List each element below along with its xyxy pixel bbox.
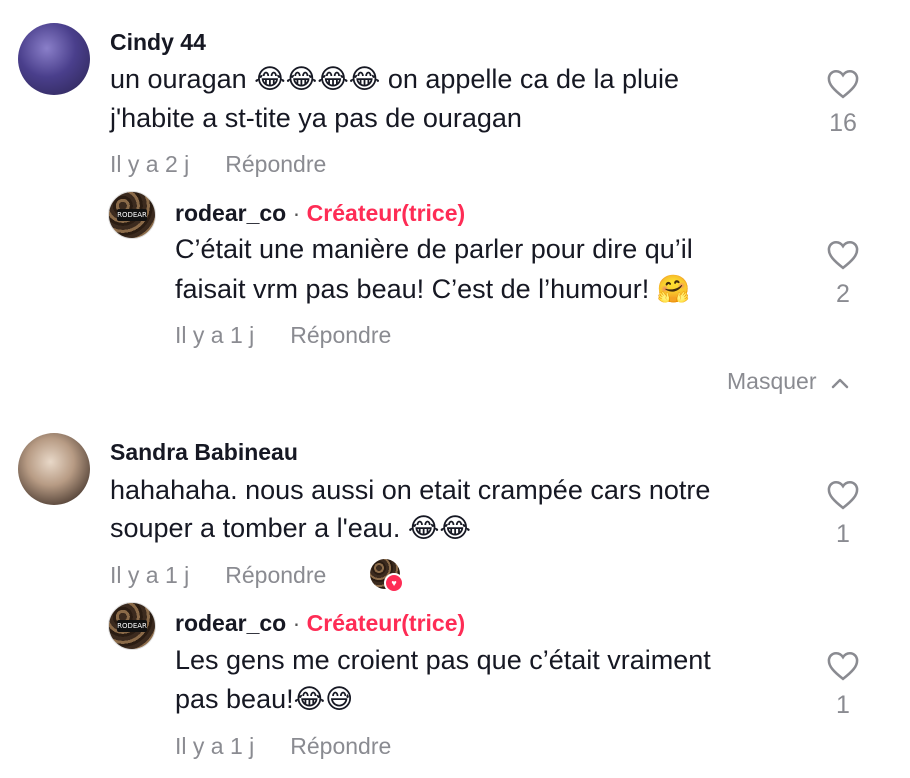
- reply-button[interactable]: Répondre: [225, 151, 326, 177]
- reply-meta: Il y a 1 j Répondre: [175, 733, 391, 760]
- reply-text-line: C’était une manière de parler pour dire …: [175, 234, 693, 264]
- brand-logo: RODEAR: [117, 620, 147, 632]
- avatar[interactable]: [18, 433, 90, 505]
- reply-username-row: rodear_co · Créateur(trice): [175, 610, 465, 637]
- like-button[interactable]: 16: [818, 68, 868, 138]
- like-count: 2: [836, 280, 850, 308]
- creator-liked-indicator: ♥: [370, 559, 404, 593]
- comment-username[interactable]: Cindy 44: [110, 29, 206, 56]
- heart-badge-icon: ♥: [384, 573, 404, 593]
- reply-button[interactable]: Répondre: [225, 562, 326, 588]
- like-button[interactable]: 1: [818, 650, 868, 720]
- chevron-up-icon: [831, 378, 849, 389]
- reply-meta: Il y a 1 j Répondre: [175, 322, 391, 349]
- separator-dot: ·: [292, 200, 301, 226]
- comment-timestamp: Il y a 1 j: [110, 562, 190, 588]
- separator-dot: ·: [292, 610, 301, 636]
- reply-username-row: rodear_co · Créateur(trice): [175, 200, 465, 227]
- reply-button[interactable]: Répondre: [290, 733, 391, 759]
- like-count: 1: [836, 520, 850, 548]
- reply-username[interactable]: rodear_co: [175, 200, 286, 226]
- hide-replies-label: Masquer: [727, 368, 817, 394]
- like-button[interactable]: 2: [818, 239, 868, 309]
- heart-icon: [827, 240, 859, 270]
- heart-icon: [827, 69, 859, 99]
- reply-text-line: pas beau!😂😅: [175, 684, 354, 714]
- brand-logo: RODEAR: [117, 209, 147, 221]
- reply-username[interactable]: rodear_co: [175, 610, 286, 636]
- comment-meta: Il y a 2 j Répondre: [110, 151, 326, 178]
- like-count: 16: [829, 109, 857, 137]
- heart-icon: [827, 480, 859, 510]
- avatar[interactable]: RODEAR: [108, 191, 156, 239]
- hide-replies-button[interactable]: Masquer: [727, 368, 849, 395]
- heart-icon: [827, 651, 859, 681]
- reply-timestamp: Il y a 1 j: [175, 322, 255, 348]
- like-count: 1: [836, 691, 850, 719]
- creator-badge: Créateur(trice): [306, 200, 466, 226]
- avatar[interactable]: RODEAR: [108, 602, 156, 650]
- reply-button[interactable]: Répondre: [290, 322, 391, 348]
- comment-text-line: souper a tomber a l'eau. 😂😂: [110, 513, 471, 543]
- reply-text-line: Les gens me croient pas que c’était vrai…: [175, 645, 711, 675]
- comment-text-line: un ouragan 😂😂😂😂 on appelle ca de la plui…: [110, 64, 680, 94]
- comment-text-line: hahahaha. nous aussi on etait crampée ca…: [110, 475, 711, 505]
- reply-text-line: faisait vrm pas beau! C’est de l’humour!…: [175, 274, 691, 304]
- comment-timestamp: Il y a 2 j: [110, 151, 190, 177]
- comment-username[interactable]: Sandra Babineau: [110, 439, 298, 466]
- comment-meta: Il y a 1 j Répondre: [110, 562, 326, 589]
- comment-text-line: j'habite a st-tite ya pas de ouragan: [110, 103, 522, 133]
- like-button[interactable]: 1: [818, 479, 868, 549]
- avatar[interactable]: [18, 23, 90, 95]
- reply-timestamp: Il y a 1 j: [175, 733, 255, 759]
- creator-badge: Créateur(trice): [306, 610, 466, 636]
